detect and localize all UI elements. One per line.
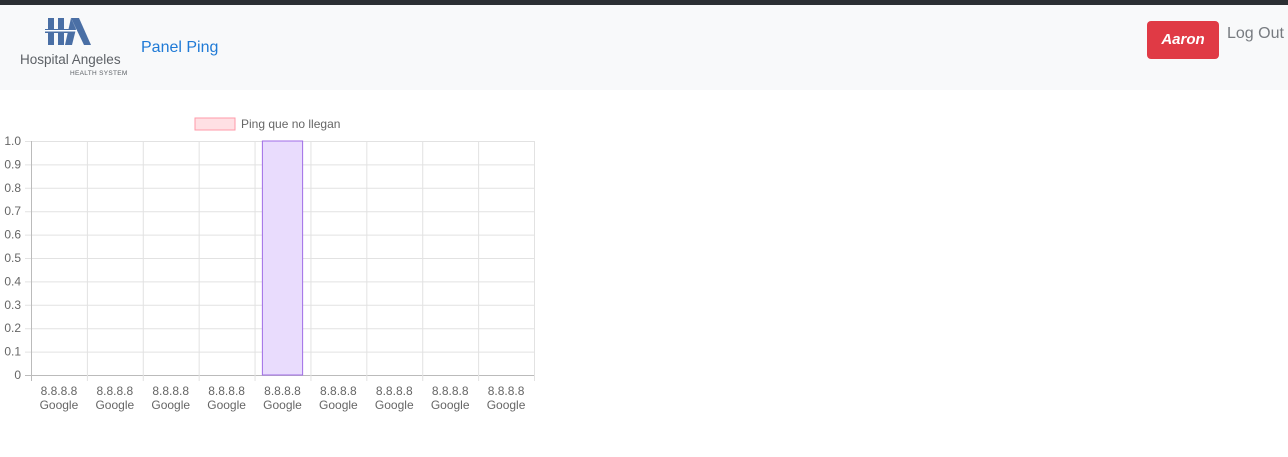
- y-tick-label: 0.9: [4, 157, 21, 171]
- logo-subtitle: HEALTH SYSTEM: [70, 70, 128, 77]
- logout-link[interactable]: Log Out: [1227, 25, 1284, 43]
- y-tick-label: 0: [14, 368, 21, 382]
- x-tick-label: 8.8.8.8 Google: [207, 384, 246, 412]
- legend-label: Ping que no llegan: [241, 117, 340, 131]
- chart-bar: [261, 140, 304, 376]
- ping-bar-chart: Ping que no llegan 0 0.1 0.2 0.3 0.4 0.5 0.6 0.…: [4, 117, 535, 412]
- y-tick-label: 0.4: [4, 274, 21, 288]
- user-button[interactable]: Aaron: [1147, 21, 1219, 59]
- x-tick-label: 8.8.8.8 Google: [431, 384, 470, 412]
- legend-swatch: [194, 117, 236, 131]
- x-tick-label: 8.8.8.8 Google: [487, 384, 526, 412]
- logo-name: Hospital Angeles: [20, 52, 121, 67]
- x-tick-label: 8.8.8.8 Google: [263, 384, 302, 412]
- x-tick-label: 8.8.8.8 Google: [40, 384, 79, 412]
- x-tick-label: 8.8.8.8 Google: [375, 384, 414, 412]
- y-tick-label: 0.8: [4, 181, 21, 195]
- legend-item[interactable]: Ping que no llegan: [194, 117, 340, 131]
- y-axis-ticks: 0 0.1 0.2 0.3 0.4 0.5 0.6 0.7 0.8 0.9 1.0: [4, 134, 21, 382]
- x-tick-label: 8.8.8.8 Google: [319, 384, 358, 412]
- y-tick-label: 0.6: [4, 228, 21, 242]
- navbar: Hospital Angeles HEALTH SYSTEM Panel Pin…: [0, 5, 1288, 90]
- chart-bars: [261, 140, 304, 376]
- chart-legend[interactable]: Ping que no llegan: [194, 117, 340, 131]
- y-tick-label: 0.1: [4, 345, 21, 359]
- y-tick-label: 0.5: [4, 251, 21, 265]
- hospital-logo[interactable]: Hospital Angeles HEALTH SYSTEM: [18, 17, 128, 81]
- x-axis-ticks: 8.8.8.8 Google 8.8.8.8 Google 8.8.8.8 Google 8…: [40, 384, 526, 412]
- hospital-logo-icon: [45, 18, 91, 45]
- y-tick-label: 0.7: [4, 204, 21, 218]
- y-tick-label: 0.2: [4, 321, 21, 335]
- y-tick-label: 1.0: [4, 134, 21, 148]
- nav-link-panel-ping[interactable]: Panel Ping: [141, 39, 218, 57]
- x-tick-label: 8.8.8.8 Google: [95, 384, 134, 412]
- x-tick-label: 8.8.8.8 Google: [151, 384, 190, 412]
- y-tick-label: 0.3: [4, 298, 21, 312]
